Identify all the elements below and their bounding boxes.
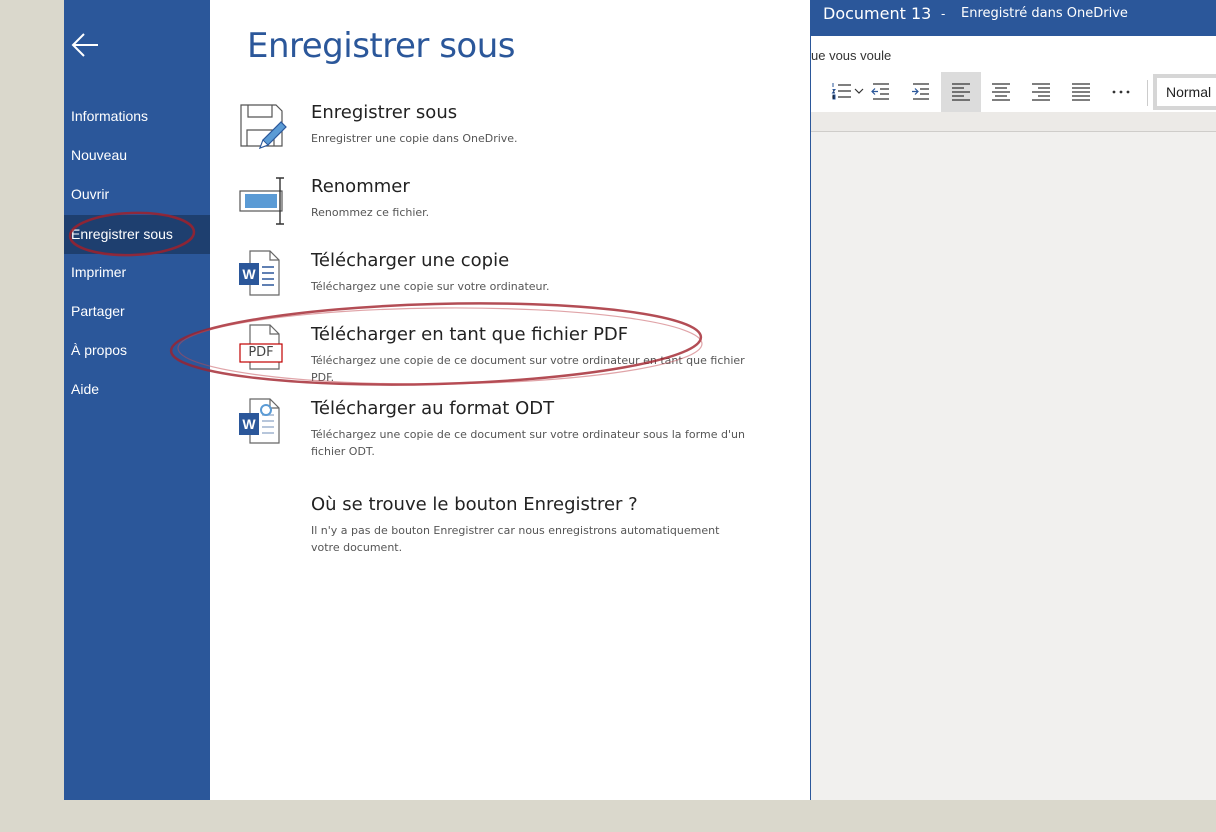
decrease-indent-icon[interactable] (861, 72, 901, 112)
svg-text:W: W (242, 416, 256, 432)
option-title: Renommer (311, 176, 410, 197)
nav-item-nouveau[interactable]: Nouveau (64, 136, 210, 175)
option-where-is-save: Où se trouve le bouton Enregistrer ? Il … (238, 494, 768, 560)
option-title: Où se trouve le bouton Enregistrer ? (311, 494, 638, 515)
save-as-panel: Enregistrer sous Enregistrer sous Enregi… (210, 0, 810, 800)
option-download-odt[interactable]: W Télécharger au format ODT Téléchargez … (238, 398, 768, 464)
justify-icon[interactable] (1061, 72, 1101, 112)
document-name[interactable]: Document 13 (823, 4, 931, 23)
style-selector[interactable]: Normal (1153, 74, 1216, 110)
option-title: Télécharger une copie (311, 250, 510, 271)
nav-item-imprimer[interactable]: Imprimer (64, 253, 210, 292)
option-description: Téléchargez une copie de ce document sur… (311, 354, 745, 384)
title-bar: Document 13 - Enregistré dans OneDrive (811, 0, 1216, 36)
word-document-icon: W (238, 250, 288, 300)
option-download-pdf[interactable]: PDF Télécharger en tant que fichier PDF … (238, 324, 768, 384)
option-description: Téléchargez une copie de ce document sur… (311, 428, 745, 458)
align-right-icon[interactable] (1021, 72, 1061, 112)
save-status: Enregistré dans OneDrive (961, 6, 1128, 21)
nav-item-partager[interactable]: Partager (64, 292, 210, 331)
nav-item-informations[interactable]: Informations (64, 97, 210, 136)
option-description: Renommez ce fichier. (311, 206, 430, 219)
document-window: Document 13 - Enregistré dans OneDrive u… (810, 0, 1216, 800)
option-rename[interactable]: Renommer Renommez ce fichier. (238, 176, 768, 226)
option-title: Enregistrer sous (311, 102, 458, 123)
ribbon-separator (1147, 80, 1148, 106)
option-title: Télécharger au format ODT (311, 398, 555, 419)
pdf-icon-label: PDF (248, 345, 274, 360)
back-arrow-icon[interactable] (70, 30, 100, 60)
more-icon[interactable] (1101, 72, 1141, 112)
odt-icon: W (238, 398, 288, 448)
nav-item-aide[interactable]: Aide (64, 370, 210, 409)
option-description: Téléchargez une copie sur votre ordinate… (311, 280, 550, 293)
pdf-icon: PDF (238, 324, 288, 374)
rename-icon (238, 176, 288, 226)
numbered-list-icon[interactable] (821, 72, 864, 112)
page-title: Enregistrer sous (247, 26, 515, 66)
nav-item-a-propos[interactable]: À propos (64, 331, 210, 370)
ribbon-search-text[interactable]: ue vous voule (811, 48, 891, 63)
option-description: Enregistrer une copie dans OneDrive. (311, 132, 518, 145)
backstage-nav: Informations Nouveau Ouvrir Enregistrer … (64, 0, 210, 800)
option-save-as[interactable]: Enregistrer sous Enregistrer une copie d… (238, 102, 768, 152)
option-title: Télécharger en tant que fichier PDF (311, 324, 629, 345)
option-download-copy[interactable]: W Télécharger une copie Téléchargez une … (238, 250, 768, 300)
align-center-icon[interactable] (981, 72, 1021, 112)
ribbon-divider (811, 112, 1216, 132)
nav-item-ouvrir[interactable]: Ouvrir (64, 175, 210, 214)
option-description: Il n'y a pas de bouton Enregistrer car n… (311, 524, 720, 554)
svg-text:W: W (242, 266, 256, 282)
save-as-icon (238, 102, 288, 152)
nav-item-enregistrer-sous[interactable]: Enregistrer sous (64, 215, 210, 254)
align-left-icon[interactable] (941, 72, 981, 112)
title-separator: - (941, 6, 946, 21)
increase-indent-icon[interactable] (901, 72, 941, 112)
